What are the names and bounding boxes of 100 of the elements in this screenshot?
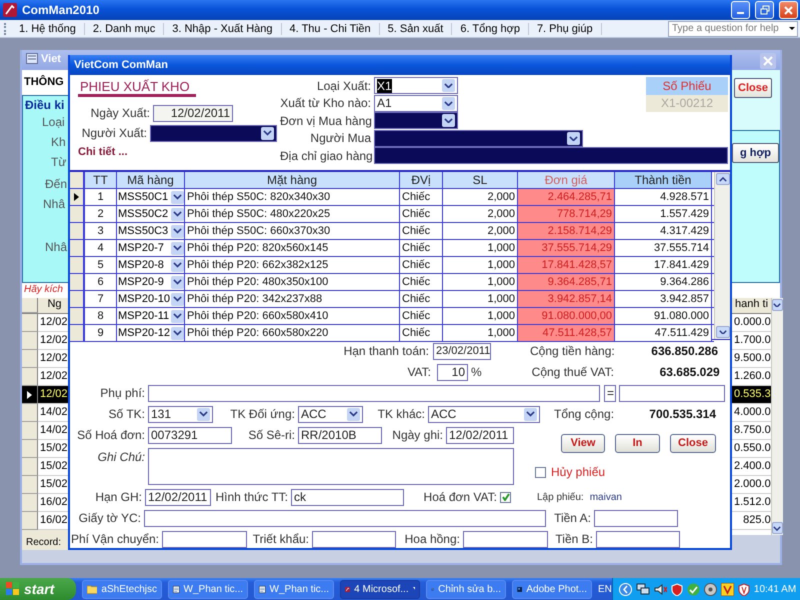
discount-field[interactable] [312,530,396,548]
payment-method-field[interactable]: ck [291,488,404,506]
v-letter-icon[interactable] [720,582,734,596]
date-field[interactable]: 12/02/2011 [446,426,514,444]
dropdown-button[interactable] [171,258,184,272]
dropdown-button[interactable] [567,132,580,145]
row-selector[interactable] [22,386,38,404]
row-selector[interactable] [70,325,85,341]
surcharge-total-field[interactable] [619,384,725,402]
caret-icon [773,526,782,530]
code-field[interactable]: MSP20-7 [117,240,185,256]
select-field[interactable]: A1 [374,94,458,112]
summary-button[interactable]: g hợp [732,143,779,163]
close-button[interactable]: Close [670,434,716,452]
dropdown-button[interactable] [171,310,184,322]
menu-item[interactable]: 5. Sản xuất [380,22,452,34]
taskbar-button[interactable]: Chỉnh sửa b... [426,580,506,598]
details-link[interactable]: Chi tiết ... [78,146,128,158]
minimize-button[interactable] [731,1,750,19]
date-field[interactable]: 12/02/2011 [153,104,233,122]
checkbox[interactable] [500,492,511,502]
select-field[interactable]: X1 [374,77,458,94]
dropdown-button[interactable] [347,408,360,420]
dropdown-button[interactable] [171,242,184,254]
code-field[interactable]: MSP20-10 [117,291,185,307]
surcharge-field[interactable] [148,384,600,402]
view-button[interactable]: View [561,434,605,452]
checkbox[interactable] [535,467,546,478]
code-field[interactable]: MSS50C1 [117,189,185,205]
amount-field[interactable] [596,530,680,548]
date-field[interactable]: 12/02/2011 [145,488,211,506]
row-selector[interactable] [70,223,85,239]
row-selector[interactable] [70,308,85,324]
disc-icon[interactable] [704,582,717,596]
dropdown-button[interactable] [171,208,184,220]
row-selector[interactable] [70,206,85,222]
menu-item[interactable]: 3. Nhập - Xuất Hàng [164,22,282,34]
close-button[interactable] [779,1,798,19]
redacted-field[interactable] [374,147,728,164]
scrollbar[interactable] [714,172,730,339]
help-search-field[interactable]: Type a question for help [668,20,798,36]
menu-item[interactable]: 2. Danh mục [84,22,164,34]
row-selector[interactable] [70,189,85,205]
print-button[interactable]: In [615,434,660,452]
scrollbar[interactable] [770,298,783,535]
documents-field[interactable] [144,510,546,526]
row-selector[interactable] [70,274,85,290]
redacted-field[interactable] [374,130,583,147]
dropdown-button[interactable] [442,96,455,110]
dropdown-button[interactable] [171,326,184,340]
taskbar-button[interactable]: 4 Microsof... [340,580,420,598]
account-field[interactable]: ACC [428,406,540,422]
taskbar-button[interactable]: Adobe Phot... [512,580,592,598]
taskbar-button[interactable]: aShEtechjsc [82,580,162,598]
language-indicator[interactable]: EN [598,584,612,594]
code-field[interactable]: MSP20-12 [117,325,185,341]
start-button[interactable]: start [0,578,76,600]
network-icon[interactable] [636,582,650,596]
taskbar-button[interactable]: W_Phan tic... [168,580,248,598]
check-circle-icon[interactable] [686,582,700,596]
dropdown-button[interactable] [442,79,455,92]
menu-item[interactable]: 6. Tổng hợp [452,22,529,34]
commission-field[interactable] [463,530,548,548]
row-selector[interactable] [70,240,85,256]
code-field[interactable]: MSS50C2 [117,206,185,222]
dropdown-button[interactable] [171,292,184,306]
redacted-field[interactable] [374,112,458,130]
shipping-field[interactable] [162,530,247,548]
menu-item[interactable]: 4. Thu - Chi Tiền [282,22,380,34]
serial-field[interactable]: RR/2010B [298,426,382,444]
menu-item[interactable]: 7. Phụ giúp [528,22,602,34]
code-field[interactable]: MSP20-9 [117,274,185,290]
vat-field[interactable]: 10 [437,364,468,380]
redacted-field[interactable] [150,124,277,142]
account-field[interactable]: ACC [298,406,363,422]
dropdown-button[interactable] [171,276,184,288]
dropdown-button[interactable] [261,126,274,140]
speaker-icon[interactable] [654,582,667,596]
amount-field[interactable] [594,510,678,526]
row-selector[interactable] [70,257,85,273]
dropdown-button[interactable] [524,408,537,420]
account-field[interactable]: 131 [148,406,213,422]
table-cell: Chiếc [400,257,443,273]
shield-icon[interactable] [738,582,750,596]
row-selector[interactable] [70,291,85,307]
dropdown-button[interactable] [171,190,184,204]
note-field[interactable] [148,448,514,485]
code-field[interactable]: MSP20-8 [117,257,185,273]
invoice-number-field[interactable]: 0073291 [148,426,232,444]
code-field[interactable]: MSP20-11 [117,308,185,324]
taskbar-button[interactable]: W_Phan tic... [254,580,334,598]
code-field[interactable]: MSS50C3 [117,223,185,239]
dropdown-button[interactable] [171,224,184,238]
close-button[interactable]: Close [734,78,772,98]
date-field[interactable]: 23/02/2011 [433,342,491,360]
menu-item[interactable]: 1. Hệ thống [11,22,85,34]
chevron-icon[interactable] [618,582,632,596]
dropdown-button[interactable] [197,408,210,420]
dropdown-button[interactable] [442,114,455,128]
restore-button[interactable] [755,1,774,19]
